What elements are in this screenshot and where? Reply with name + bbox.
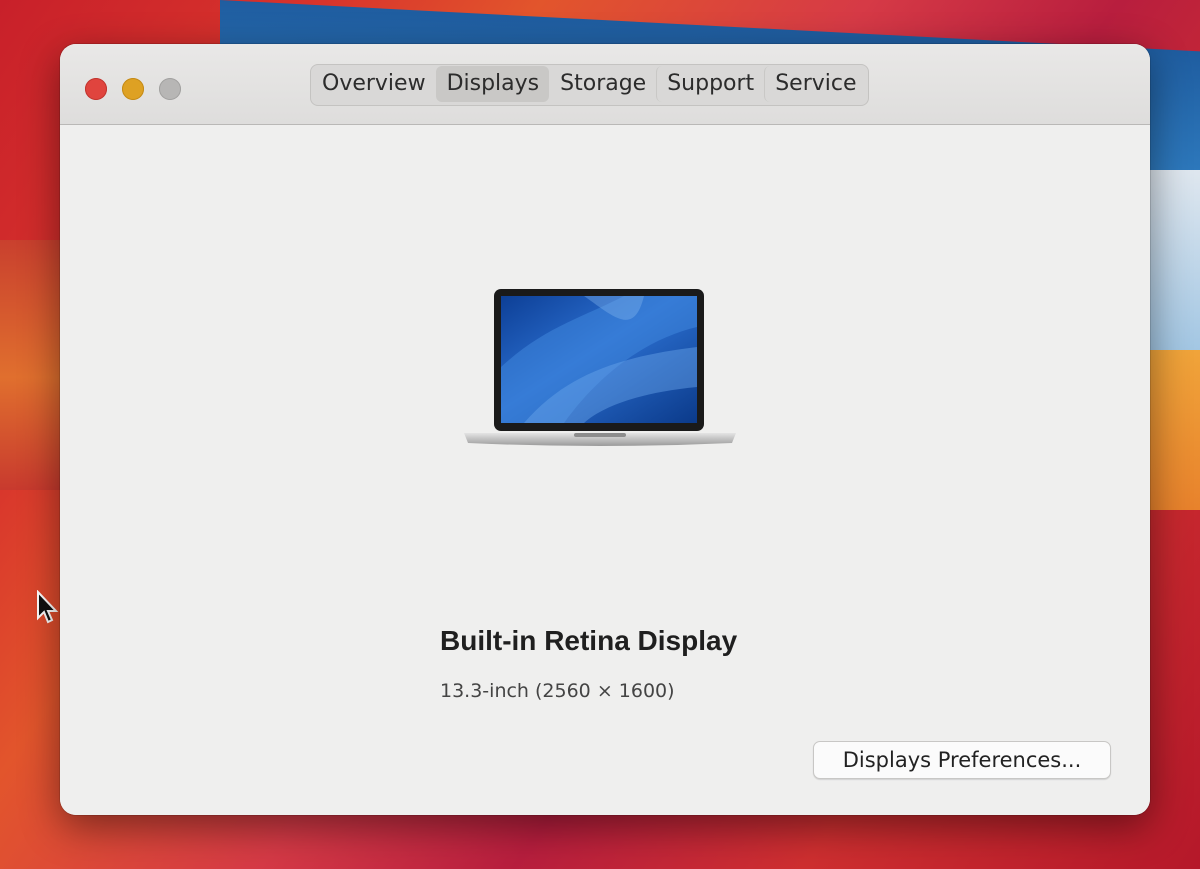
displays-preferences-button[interactable]: Displays Preferences... bbox=[813, 741, 1111, 779]
titlebar: Overview Displays Storage Support Servic… bbox=[60, 44, 1150, 125]
tab-service[interactable]: Service bbox=[764, 66, 866, 102]
wallpaper-left-wave bbox=[0, 240, 60, 490]
tab-support[interactable]: Support bbox=[656, 66, 764, 102]
segmented-tabs: Overview Displays Storage Support Servic… bbox=[310, 64, 869, 106]
display-name: Built-in Retina Display bbox=[440, 625, 738, 656]
mouse-pointer-icon bbox=[37, 590, 59, 624]
tab-overview[interactable]: Overview bbox=[312, 66, 436, 102]
minimize-button[interactable] bbox=[122, 78, 144, 100]
displays-pane: Built-in Retina Display 13.3-inch (2560 … bbox=[60, 125, 1150, 815]
zoom-button[interactable] bbox=[159, 78, 181, 100]
close-button[interactable] bbox=[85, 78, 107, 100]
macbook-pro-icon bbox=[464, 289, 736, 446]
tab-storage[interactable]: Storage bbox=[549, 66, 656, 102]
tab-displays[interactable]: Displays bbox=[435, 66, 550, 102]
display-spec: 13.3-inch (2560 × 1600) bbox=[440, 680, 675, 702]
about-this-mac-window: Overview Displays Storage Support Servic… bbox=[60, 44, 1150, 815]
